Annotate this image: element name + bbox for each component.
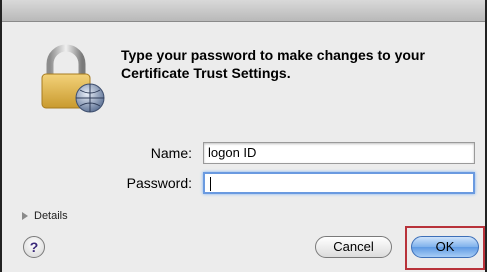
text-caret (210, 177, 211, 191)
dialog-message: Type your password to make changes to yo… (121, 47, 425, 81)
password-field[interactable] (203, 172, 475, 194)
password-label: Password: (126, 175, 192, 191)
highlight-box (405, 226, 485, 270)
disclosure-triangle-icon (22, 212, 28, 220)
name-field[interactable]: logon ID (203, 142, 475, 164)
details-label: Details (34, 210, 68, 222)
name-value: logon ID (208, 145, 257, 160)
padlock-icon (41, 44, 105, 113)
cancel-button[interactable]: Cancel (315, 236, 392, 258)
details-disclosure[interactable]: Details (22, 210, 68, 222)
title-bar (2, 0, 485, 22)
name-label: Name: (150, 145, 192, 161)
help-button[interactable]: ? (23, 236, 45, 258)
authentication-dialog: Type your password to make changes to yo… (0, 0, 487, 272)
